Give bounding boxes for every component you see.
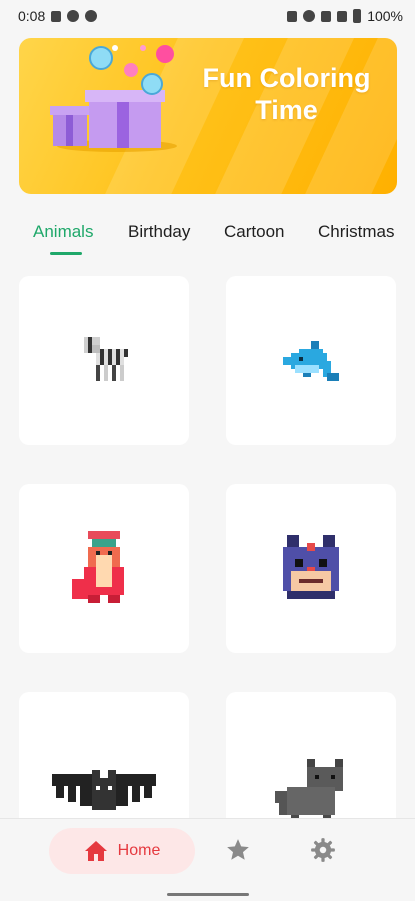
sync-notification-icon xyxy=(85,10,98,22)
gallery-item-fox[interactable] xyxy=(19,484,189,653)
signal-icon-2 xyxy=(337,10,348,22)
battery-icon xyxy=(353,9,362,23)
gallery-item-dolphin[interactable] xyxy=(226,276,396,445)
gallery-item-zebra[interactable] xyxy=(19,276,189,445)
signal-icon xyxy=(321,10,332,22)
status-right: 100% xyxy=(287,8,403,24)
bottom-navigation: Home xyxy=(0,818,415,901)
cat-pixel-art-icon xyxy=(275,758,343,827)
favorites-star-icon[interactable] xyxy=(225,837,251,863)
vibrate-icon xyxy=(287,10,298,22)
promo-banner[interactable]: Fun Coloring Time xyxy=(19,38,397,194)
status-left: 0:08 xyxy=(18,8,98,24)
tab-animals[interactable]: Animals xyxy=(33,222,93,242)
dolphin-pixel-art-icon xyxy=(283,340,339,381)
fox-pixel-art-icon xyxy=(72,530,124,603)
tab-cartoon[interactable]: Cartoon xyxy=(224,222,284,242)
cloud-notification-icon xyxy=(67,10,80,22)
category-tabs: Animals Birthday Cartoon Christmas xyxy=(0,212,415,260)
squirrel-pixel-art-icon xyxy=(283,534,339,599)
home-icon xyxy=(84,841,107,861)
tab-christmas[interactable]: Christmas xyxy=(318,222,395,242)
zebra-pixel-art-icon xyxy=(84,336,128,381)
banner-title: Fun Coloring Time xyxy=(202,63,371,125)
nav-home-label: Home xyxy=(117,842,161,859)
battery-percent: 100% xyxy=(367,8,403,24)
gift-box-illustration xyxy=(50,45,177,152)
active-tab-indicator xyxy=(50,252,82,255)
nav-home-button[interactable]: Home xyxy=(49,828,195,874)
status-bar: 0:08 100% xyxy=(0,0,415,32)
tab-birthday[interactable]: Birthday xyxy=(128,222,190,242)
bat-pixel-art-icon xyxy=(52,769,156,810)
gallery-item-squirrel[interactable] xyxy=(226,484,396,653)
gallery-notification-icon xyxy=(51,10,62,22)
status-time: 0:08 xyxy=(18,8,46,24)
system-home-indicator[interactable] xyxy=(167,893,249,896)
wifi-icon xyxy=(303,10,316,22)
settings-gear-icon[interactable] xyxy=(310,837,336,863)
